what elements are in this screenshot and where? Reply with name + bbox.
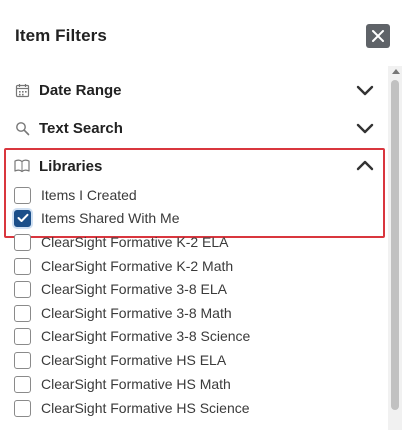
library-option-label: ClearSight Formative 3-8 Math — [41, 305, 232, 321]
library-option-label: ClearSight Formative K-2 Math — [41, 258, 234, 274]
chevron-down-icon[interactable] — [356, 120, 374, 136]
calendar-icon — [14, 82, 30, 98]
checkbox[interactable] — [14, 375, 31, 393]
section-label: Text Search — [39, 119, 123, 137]
library-option-label: ClearSight Formative HS Science — [41, 400, 250, 416]
checkbox[interactable] — [14, 351, 31, 369]
close-button[interactable] — [366, 24, 390, 48]
section-text-search[interactable]: Text Search — [14, 113, 374, 143]
library-option[interactable]: Items Shared With Me — [14, 208, 180, 228]
library-option[interactable]: ClearSight Formative HS Math — [14, 374, 231, 394]
item-filters-panel: Item Filters Date Range Text Search Libr… — [0, 0, 411, 430]
checkbox[interactable] — [14, 233, 31, 251]
checkbox[interactable] — [14, 280, 31, 298]
checkbox[interactable] — [14, 209, 31, 227]
library-option[interactable]: ClearSight Formative HS Science — [14, 398, 250, 418]
library-option-label: ClearSight Formative 3-8 Science — [41, 328, 251, 344]
library-option[interactable]: ClearSight Formative K-2 Math — [14, 256, 233, 276]
close-icon — [372, 30, 384, 42]
library-option-label: ClearSight Formative HS ELA — [41, 352, 227, 368]
library-option[interactable]: Items I Created — [14, 185, 137, 205]
library-option-label: Items I Created — [41, 187, 137, 203]
scrollbar-thumb[interactable] — [391, 80, 399, 410]
scroll-up-arrow-icon[interactable] — [392, 69, 400, 74]
library-option-label: Items Shared With Me — [41, 210, 180, 226]
checkbox[interactable] — [14, 257, 31, 275]
library-option[interactable]: ClearSight Formative 3-8 ELA — [14, 279, 227, 299]
library-option[interactable]: ClearSight Formative HS ELA — [14, 350, 226, 370]
panel-header: Item Filters — [15, 26, 107, 48]
panel-title: Item Filters — [15, 26, 107, 45]
checkbox[interactable] — [14, 327, 31, 345]
section-label: Date Range — [39, 81, 122, 99]
filter-scroll-area: Date Range Text Search Libraries Items I… — [0, 62, 411, 430]
section-date-range[interactable]: Date Range — [14, 75, 374, 105]
chevron-down-icon[interactable] — [356, 82, 374, 98]
library-option-label: ClearSight Formative 3-8 ELA — [41, 281, 227, 297]
search-icon — [14, 120, 30, 136]
checkbox[interactable] — [14, 304, 31, 322]
library-option[interactable]: ClearSight Formative 3-8 Math — [14, 303, 232, 323]
checkmark-icon — [17, 213, 28, 222]
library-option-label: ClearSight Formative HS Math — [41, 376, 231, 392]
library-option[interactable]: ClearSight Formative 3-8 Science — [14, 326, 250, 346]
checkbox[interactable] — [14, 186, 31, 204]
library-option[interactable]: ClearSight Formative K-2 ELA — [14, 232, 229, 252]
checkbox[interactable] — [14, 399, 31, 417]
library-option-label: ClearSight Formative K-2 ELA — [41, 234, 229, 250]
